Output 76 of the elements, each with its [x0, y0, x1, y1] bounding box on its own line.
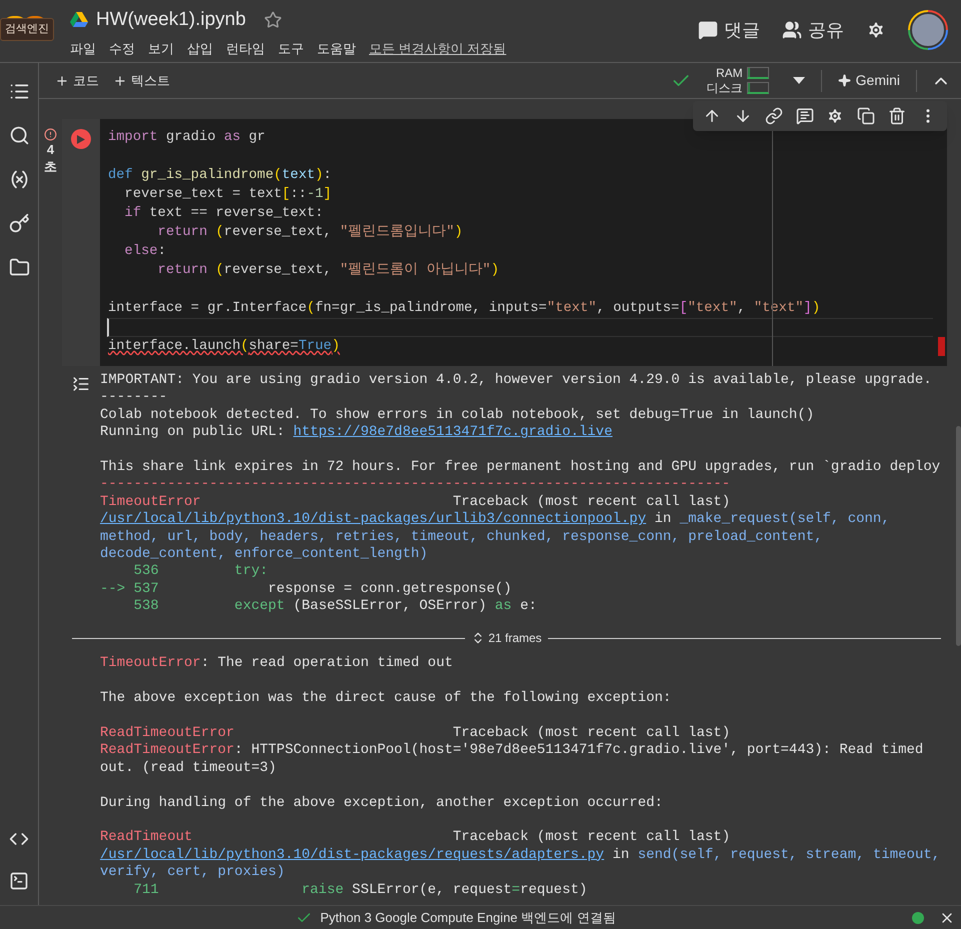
run-button[interactable] — [71, 129, 91, 149]
output-line: This share link expires in 72 hours. For free permanent hosting and GPU upgrades, run `gradio deploy — [100, 458, 942, 476]
expand-frames-button[interactable]: 21 frames — [471, 630, 542, 648]
delete-icon[interactable] — [888, 107, 906, 125]
output-line: The above exception was the direct cause of the following exception: — [100, 690, 672, 708]
drive-logo-icon — [70, 12, 88, 28]
execution-time: 초 — [44, 158, 57, 175]
output-line: 711 raise SSLError(e, request=request) — [132, 882, 588, 899]
menu-item[interactable]: 파일 — [70, 38, 96, 58]
add-cell-button[interactable]: 텍스트 — [113, 70, 170, 90]
menu-item[interactable]: 수정 — [109, 38, 135, 58]
output-line: 536 try: — [132, 563, 270, 581]
tooltip-badge: 검색엔진 — [0, 18, 54, 40]
star-icon[interactable] — [264, 11, 282, 30]
resource-label: 디스크 — [706, 80, 743, 96]
output-line: During handling of the above exception, another exception occurred: — [100, 794, 664, 812]
code-line: return (reverse_text, "펠린드롬이 아닙니다") — [156, 262, 500, 280]
output-line: /usr/local/lib/python3.10/dist-packages/urllib3/connectionpool.py in _make_request(self, conn, — [100, 511, 891, 529]
output-line: decode_content, enforce_content_length) — [100, 546, 429, 564]
play-icon — [77, 134, 85, 144]
gemini-button[interactable]: Gemini — [838, 70, 900, 91]
share-button[interactable]: 공유 — [782, 16, 844, 44]
comment-icon — [698, 20, 718, 40]
output-line: method, url, body, headers, retries, timeout, chunked, response_conn, preload_content, — [100, 528, 824, 546]
plus-icon — [113, 74, 127, 88]
code-line: def gr_is_palindrome(text): — [108, 167, 333, 185]
output-line: -------- — [100, 389, 168, 407]
output-line: Colab notebook detected. To show errors in colab notebook, set debug=True in launch() — [100, 406, 816, 424]
code-editor[interactable] — [100, 119, 947, 366]
link-icon[interactable] — [764, 107, 783, 125]
output-line: /usr/local/lib/python3.10/dist-packages/requests/adapters.py in send(self, request, stream, timeout, — [100, 846, 942, 864]
code-line: interface.launch(share=True) — [108, 338, 341, 356]
avatar[interactable] — [908, 10, 948, 50]
add-cell-button[interactable]: 코드 — [55, 70, 99, 90]
settings-icon[interactable] — [866, 20, 886, 40]
output-line: TimeoutError Traceback (most recent call last) — [100, 494, 732, 512]
mirror-cell-icon[interactable] — [857, 107, 876, 125]
output-line: IMPORTANT: You are using gradio version 4.0.2, however version 4.29.0 is available, please upgrade. — [100, 372, 933, 390]
key-icon[interactable] — [8, 213, 30, 234]
menu-item[interactable]: 삽입 — [187, 38, 213, 58]
execution-time: 4 — [46, 141, 54, 158]
terminal-icon[interactable] — [9, 871, 29, 891]
menu-item[interactable]: 보기 — [148, 38, 174, 58]
output-line: 538 except (BaseSSLError, OSError) as e: — [132, 598, 538, 616]
menu-item[interactable]: 도움말 — [317, 38, 356, 58]
output-menu-icon[interactable] — [72, 375, 90, 393]
plus-icon — [55, 74, 69, 88]
output-line: ReadTimeout Traceback (most recent call last) — [100, 829, 732, 847]
variables-icon[interactable] — [8, 169, 30, 190]
comment-button[interactable]: 댓글 — [698, 16, 760, 44]
code-line: if text == reverse_text: — [124, 205, 324, 223]
code-line: return (reverse_text, "펠린드롬입니다") — [156, 224, 464, 242]
output-line: --> 537 response = conn.getresponse() — [100, 580, 513, 598]
output-line: TimeoutError: The read operation timed out — [100, 655, 454, 673]
output-line: out. (read timeout=3) — [100, 760, 278, 778]
code-line: reverse_text = text[::-1] — [124, 186, 333, 204]
dropdown-caret-icon[interactable] — [792, 77, 805, 84]
save-status-link[interactable]: 모든 변경사항이 저장됨 — [369, 38, 506, 58]
comment-icon[interactable] — [796, 107, 814, 125]
folder-icon[interactable] — [8, 257, 30, 278]
output-line: ReadTimeoutError: HTTPSConnectionPool(host='98e7d8ee5113471f7c.gradio.live', port=443): Read timed — [100, 742, 924, 760]
output-line: verify, cert, proxies) — [100, 864, 286, 882]
code-line: else: — [124, 243, 167, 261]
sparkle-icon — [838, 74, 851, 87]
output-line: Running on public URL: https://98e7d8ee5113471f7c.gradio.live — [100, 424, 614, 442]
error-marker — [938, 337, 945, 356]
notebook-title[interactable]: HW(week1).ipynb — [96, 6, 246, 34]
code-line: import gradio as gr — [108, 129, 266, 147]
resource-label: RAM — [716, 66, 743, 80]
menu-item[interactable]: 도구 — [278, 38, 304, 58]
output-line: --------------------------------------------------------------------------- — [100, 476, 732, 494]
people-icon — [782, 20, 802, 40]
output-line: ReadTimeoutError Traceback (most recent call last) — [100, 725, 732, 742]
menu-item[interactable]: 런타임 — [226, 38, 265, 58]
search-icon[interactable] — [8, 125, 30, 146]
status-text: Python 3 Google Compute Engine 백엔드에 연결됨 — [320, 908, 616, 927]
